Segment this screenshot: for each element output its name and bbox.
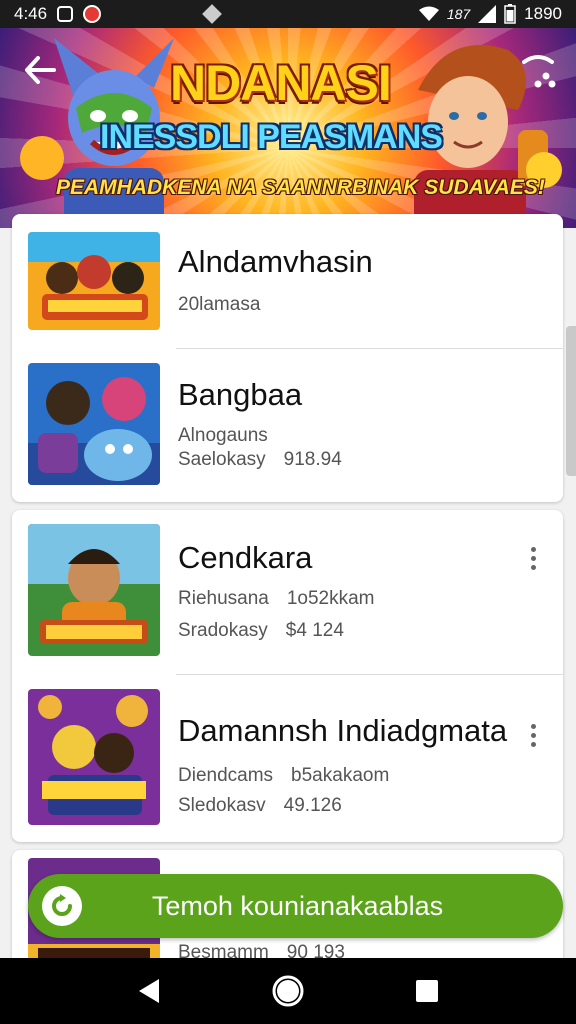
item-meta: Sradokasy $4 124 — [178, 620, 344, 642]
back-arrow-icon — [25, 56, 56, 84]
meta-value: $4 124 — [285, 620, 344, 641]
game-cover-art — [28, 689, 160, 825]
subtitle-value: 1o52kkam — [286, 588, 375, 609]
list-item[interactable]: Damannsh Indiadgmata Diendcams b5akakaom … — [12, 675, 563, 842]
item-title: Alndamvhasin — [178, 244, 373, 279]
wifi-icon — [418, 6, 439, 21]
banner-subtitle: INESSDLI PEASMANS — [100, 118, 443, 156]
meta-label: Saelokasy — [178, 449, 266, 470]
nav-home-button[interactable] — [268, 971, 308, 1011]
list-item[interactable]: Cendkara Riehusana 1o52kkam Sradokasy $4 1… — [12, 510, 563, 674]
game-thumbnail — [28, 232, 160, 330]
refresh-icon — [42, 886, 82, 926]
item-title: Damannsh Indiadgmata — [178, 713, 508, 748]
more-vert-icon[interactable] — [523, 719, 543, 751]
back-button[interactable] — [20, 50, 60, 90]
subtitle-value: b5akakaom — [291, 765, 390, 786]
meta-label: Sradokasy — [178, 620, 268, 641]
status-bar: 4:46 187 1890 — [0, 0, 576, 28]
list-item[interactable]: Alndamvhasin 20lamasa — [12, 214, 563, 348]
item-title: Bangbaa — [178, 377, 303, 412]
nav-recents-icon — [415, 980, 438, 1002]
system-nav-bar — [0, 958, 576, 1024]
item-meta: Sledokasv 49.126 — [178, 795, 342, 817]
share-icon — [522, 55, 556, 88]
list-item[interactable]: Bangbaa Alnogauns Saelokasy 918.94 — [12, 349, 563, 502]
list-card: Alndamvhasin 20lamasa Bangbaa Alnogauns … — [12, 214, 563, 502]
game-thumbnail — [28, 363, 160, 485]
battery-label: 1890 — [524, 4, 562, 23]
banner-tagline: PEAMHADKENA NA SAANNRBINAK SUDAVAES! — [56, 176, 545, 199]
banner-title: NDANASI — [170, 55, 392, 111]
game-cover-art — [28, 232, 160, 330]
status-time: 4:46 — [14, 4, 48, 23]
app-notification-icon — [57, 6, 74, 22]
share-button[interactable] — [516, 48, 560, 92]
item-subtitle: Alnogauns — [178, 425, 268, 446]
refresh-glyph — [52, 894, 72, 916]
list-card: Cendkara Riehusana 1o52kkam Sradokasy $4 1… — [12, 510, 563, 842]
nav-back-icon — [139, 979, 160, 1003]
signal-icon — [478, 5, 497, 23]
item-subtitle: Riehusana 1o52kkam — [178, 588, 375, 610]
item-subtitle: 20lamasa — [178, 294, 261, 315]
network-label: 187 — [446, 6, 471, 22]
game-thumbnail — [28, 524, 160, 656]
notification-dot-icon — [202, 4, 222, 24]
nav-recents-button[interactable] — [407, 971, 447, 1011]
item-title: Cendkara — [178, 540, 313, 575]
subtitle-label: Diendcams — [178, 765, 274, 786]
item-subtitle: Diendcams b5akakaom — [178, 765, 389, 787]
battery-icon — [504, 4, 516, 24]
more-vert-icon[interactable] — [523, 542, 543, 574]
game-cover-art — [28, 363, 160, 485]
game-cover-art — [28, 524, 160, 656]
action-pill-label: Temoh kounianakaablas — [151, 890, 444, 921]
meta-value: 49.126 — [283, 795, 342, 816]
subtitle-label: Riehusana — [178, 588, 269, 609]
hero-banner: NDANASI INESSDLI PEASMANS PEAMHADKENA NA… — [0, 28, 576, 228]
scrollbar[interactable] — [566, 326, 576, 476]
meta-label: Sledokasv — [178, 795, 266, 816]
game-thumbnail — [28, 689, 160, 825]
item-meta: Saelokasy 918.94 — [178, 449, 342, 471]
meta-value: 918.94 — [283, 449, 342, 470]
app-badge-icon — [83, 5, 102, 23]
action-pill-button[interactable]: Temoh kounianakaablas — [28, 874, 563, 938]
nav-home-icon — [272, 975, 304, 1007]
nav-back-button[interactable] — [129, 971, 169, 1011]
